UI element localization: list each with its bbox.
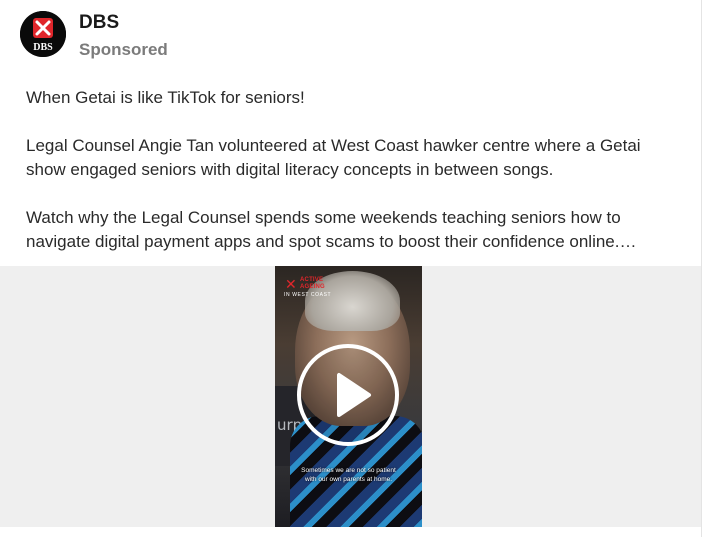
post-text-line: Watch why the Legal Counsel spends some … [26,208,621,227]
video-caption: Sometimes we are not so patient with our… [275,466,422,484]
brand-name[interactable]: DBS [79,12,119,34]
video-caption-line: Sometimes we are not so patient [301,467,396,474]
post-text-line: Legal Counsel Angie Tan volunteered at W… [26,136,641,155]
dbs-logo-icon: DBS [20,11,66,57]
post-paragraph-2: Legal Counsel Angie Tan volunteered at W… [26,134,686,182]
post-text-line: show engaged seniors with digital litera… [26,160,554,179]
post-header: DBS DBS Sponsored [20,11,420,59]
video-logo-line: AGEING [300,284,325,290]
post-text: When Getai is like TikTok for seniors! L… [26,86,686,254]
media-container[interactable]: urpo ✕ ACTIVE AGEING IN WEST COAST Somet… [0,266,701,527]
video-logo-text: ACTIVE AGEING [300,277,325,291]
video-logo-mark-icon: ✕ [285,276,297,292]
video-caption-line: with our own parents at home. [304,476,393,483]
dbs-logo-avatar[interactable]: DBS [20,11,66,57]
post-text-line[interactable]: navigate digital payment apps and spot s… [26,230,686,254]
dbs-logo-text: DBS [33,42,53,53]
post-paragraph-3: Watch why the Legal Counsel spends some … [26,206,686,254]
video-logo-line: ACTIVE [300,277,324,283]
play-icon [337,373,371,417]
sponsored-label: Sponsored [79,40,168,59]
post-text-line: When Getai is like TikTok for seniors! [26,88,305,107]
video-logo-subtitle: IN WEST COAST [284,292,332,298]
post-paragraph-1: When Getai is like TikTok for seniors! [26,86,686,110]
play-button[interactable] [297,344,399,446]
sponsored-post-card: DBS DBS Sponsored When Getai is like Tik… [0,0,702,537]
